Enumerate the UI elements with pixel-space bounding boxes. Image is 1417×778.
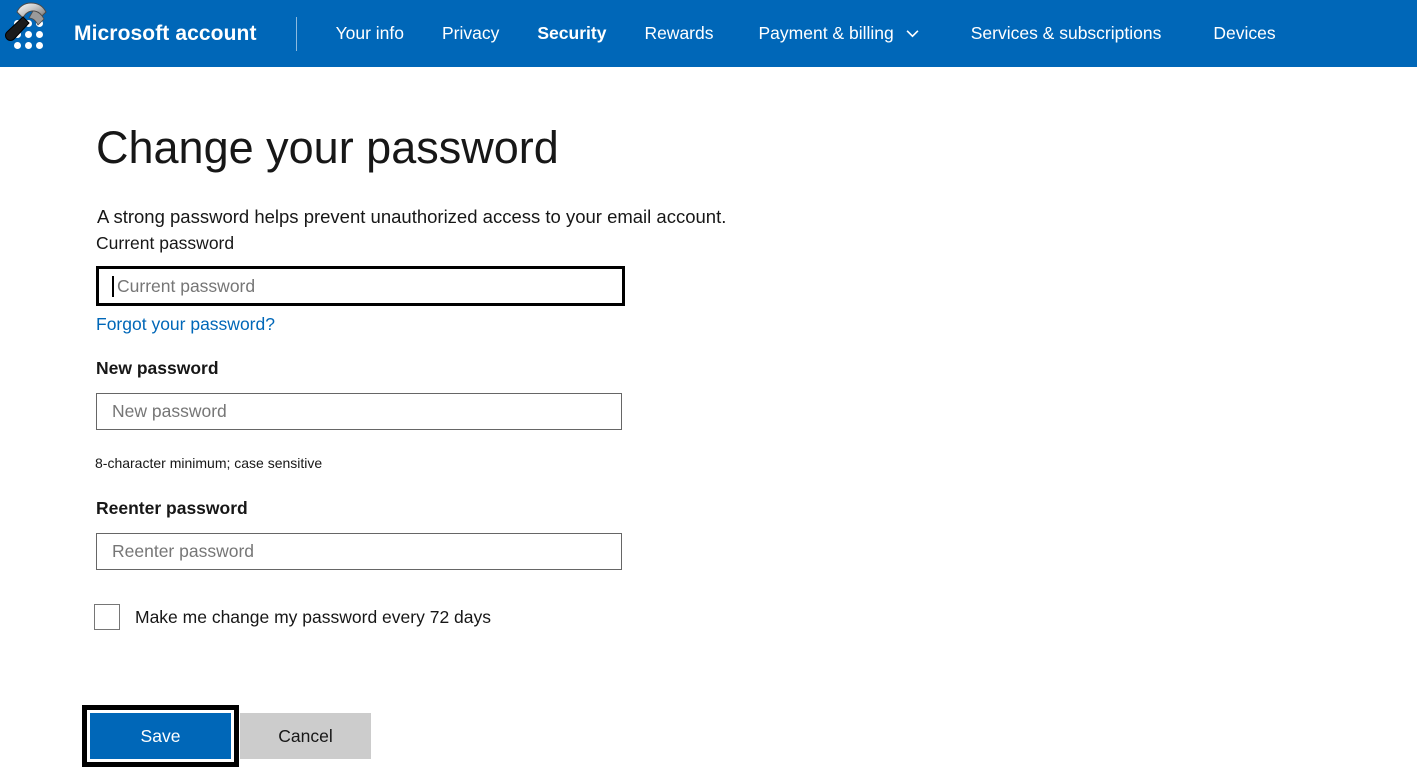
waffle-grid-icon[interactable] — [14, 20, 44, 50]
waffle-dot — [25, 42, 32, 49]
waffle-dot — [36, 42, 43, 49]
nav-item-rewards[interactable]: Rewards — [625, 0, 732, 67]
password-expiry-label: Make me change my password every 72 days — [135, 606, 491, 627]
forgot-password-link[interactable]: Forgot your password? — [96, 314, 275, 335]
new-password-input[interactable]: New password — [96, 393, 622, 430]
nav-label: Payment & billing — [758, 23, 894, 43]
brand-title: Microsoft account — [74, 21, 257, 45]
current-password-label: Current password — [96, 233, 235, 253]
waffle-dot — [25, 31, 32, 38]
waffle-dot — [14, 31, 21, 38]
nav-label: Services & subscriptions — [970, 23, 1162, 43]
header-divider — [295, 16, 297, 51]
nav-label: Security — [537, 23, 607, 43]
page-intro-text: A strong password helps prevent unauthor… — [97, 205, 727, 227]
main-navigation: Your info Privacy Security Rewards Payme… — [317, 0, 1302, 67]
chevron-down-icon — [906, 30, 919, 38]
nav-label: Devices — [1213, 23, 1276, 43]
waffle-dot — [25, 20, 32, 27]
waffle-dot — [36, 31, 43, 38]
save-button-focus-ring: Save — [82, 705, 239, 767]
waffle-dot — [14, 20, 21, 27]
password-expiry-checkbox-row[interactable]: Make me change my password every 72 days — [94, 604, 491, 630]
site-header: Microsoft account Your info Privacy Secu… — [0, 0, 1417, 67]
nav-label: Privacy — [442, 23, 500, 43]
nav-label: Rewards — [644, 23, 714, 43]
new-password-placeholder: New password — [112, 401, 227, 421]
reenter-password-placeholder: Reenter password — [112, 541, 255, 561]
new-password-hint: 8-character minimum; case sensitive — [95, 455, 323, 471]
cancel-button[interactable]: Cancel — [240, 713, 371, 759]
app-launcher[interactable] — [0, 0, 58, 67]
waffle-dot — [14, 42, 21, 49]
new-password-label: New password — [96, 358, 219, 378]
password-expiry-checkbox[interactable] — [94, 604, 120, 630]
nav-item-your-info[interactable]: Your info — [317, 0, 423, 67]
nav-item-services-subscriptions[interactable]: Services & subscriptions — [945, 0, 1188, 67]
nav-item-payment-billing[interactable]: Payment & billing — [733, 0, 945, 67]
nav-item-security[interactable]: Security — [518, 0, 625, 67]
reenter-password-label: Reenter password — [96, 498, 248, 518]
current-password-input[interactable]: Current password — [96, 266, 625, 306]
waffle-dot — [36, 20, 43, 27]
save-button[interactable]: Save — [90, 713, 231, 759]
reenter-password-input[interactable]: Reenter password — [96, 533, 622, 570]
text-caret — [112, 275, 114, 297]
current-password-placeholder: Current password — [117, 275, 256, 296]
nav-label: Your info — [335, 23, 404, 43]
page-title: Change your password — [96, 122, 559, 174]
nav-item-privacy[interactable]: Privacy — [423, 0, 518, 67]
nav-item-devices[interactable]: Devices — [1187, 0, 1301, 67]
